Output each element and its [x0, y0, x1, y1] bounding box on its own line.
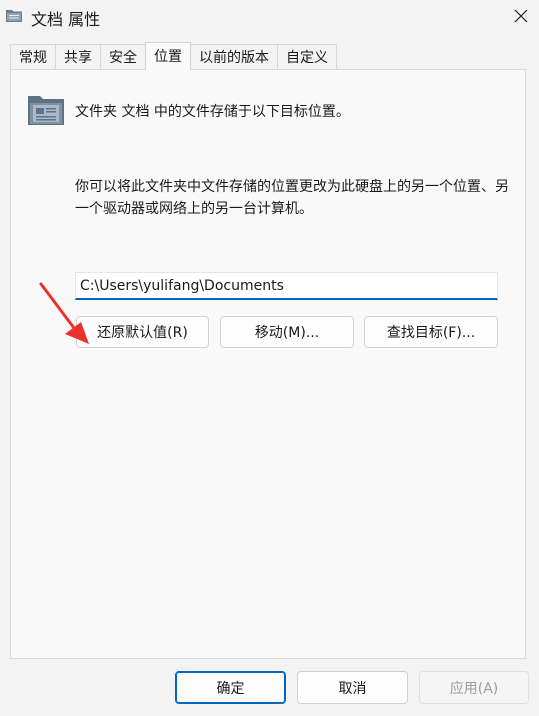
close-icon — [514, 9, 528, 23]
find-target-button[interactable]: 查找目标(F)... — [364, 316, 498, 348]
close-button[interactable] — [503, 0, 539, 32]
tab-location[interactable]: 位置 — [145, 42, 191, 70]
cancel-button[interactable]: 取消 — [297, 671, 408, 704]
apply-button[interactable]: 应用(A) — [419, 671, 529, 704]
location-description: 文件夹 文档 中的文件存储于以下目标位置。 — [75, 104, 350, 120]
location-panel: 文件夹 文档 中的文件存储于以下目标位置。 你可以将此文件夹中文件存储的位置更改… — [10, 69, 526, 659]
documents-folder-icon — [28, 96, 64, 125]
restore-default-button[interactable]: 还原默认值(R) — [76, 316, 209, 348]
tab-security[interactable]: 安全 — [100, 44, 146, 70]
folder-path-input[interactable] — [75, 272, 498, 300]
window-title: 文档 属性 — [31, 10, 101, 29]
tab-previous-versions[interactable]: 以前的版本 — [190, 44, 278, 70]
move-button[interactable]: 移动(M)... — [220, 316, 354, 348]
folder-icon — [6, 10, 22, 22]
title-bar: 文档 属性 — [0, 0, 539, 34]
ok-button[interactable]: 确定 — [175, 671, 286, 704]
tab-sharing[interactable]: 共享 — [55, 44, 101, 70]
location-help-text: 你可以将此文件夹中文件存储的位置更改为此硬盘上的另一个位置、另一个驱动器或网络上… — [75, 179, 509, 217]
tab-customize[interactable]: 自定义 — [277, 44, 337, 70]
annotation-arrow-icon — [39, 282, 89, 344]
tab-bar: 常规 共享 安全 位置 以前的版本 自定义 — [10, 42, 337, 70]
tab-general[interactable]: 常规 — [10, 44, 56, 70]
